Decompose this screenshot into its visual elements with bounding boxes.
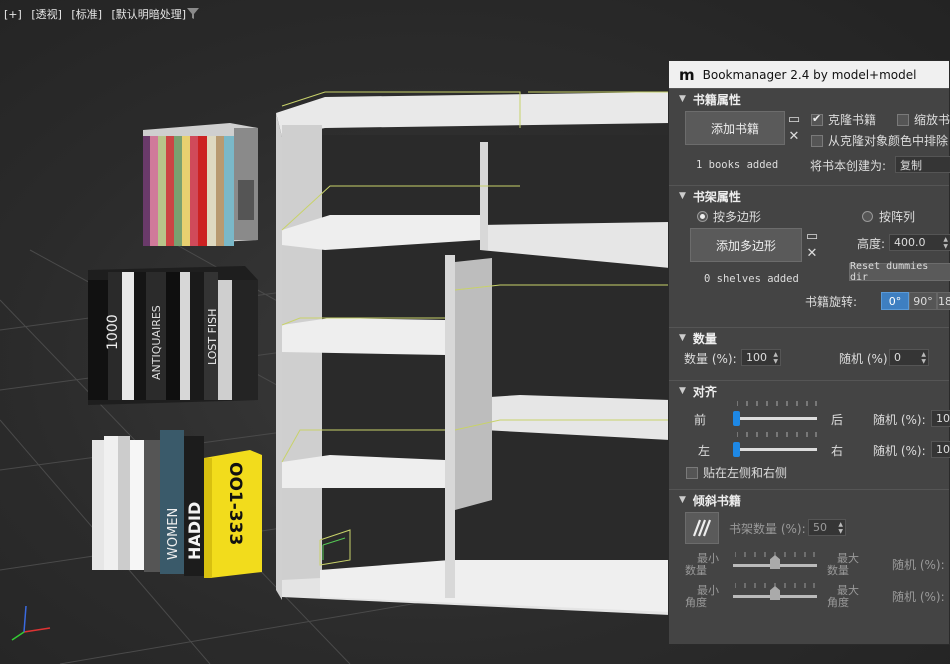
viewport-shading-menu[interactable]: [默认明暗处理] [112, 8, 187, 21]
align-random1-spinner[interactable]: 10 [931, 410, 950, 427]
book-rotation-label: 书籍旋转: [805, 295, 858, 309]
clone-books-label: 克隆书籍 [828, 113, 877, 127]
collapse-chevron-icon: ▼ [679, 94, 686, 104]
by-array-radio[interactable] [862, 211, 873, 222]
book-row-bottom[interactable]: WOMEN HADID OO1-333 [92, 430, 262, 578]
rollout-title: 书架属性 [692, 189, 741, 204]
rollout-book-properties: ▼ 书籍属性 添加书籍 ▭ ✕ 克隆书籍 缩放书 从克隆对象颜色中排除 1 bo… [669, 88, 950, 185]
bookshelf-model[interactable] [276, 91, 670, 615]
funnel-icon[interactable] [186, 6, 200, 20]
create-as-dropdown[interactable]: 复制 [895, 156, 950, 173]
rollout-title: 对齐 [692, 384, 717, 399]
window-title: Bookmanager 2.4 by model+model [702, 67, 917, 82]
align-random2-spinner[interactable]: 100 [931, 441, 950, 458]
tilt-angle-slider-thumb[interactable] [770, 586, 780, 600]
height-spinner[interactable]: 400.0 ▲ ▼ [889, 234, 950, 251]
slider-ticks [737, 401, 817, 406]
stick-sides-checkbox[interactable] [686, 467, 698, 479]
front-back-slider[interactable] [735, 417, 817, 420]
clone-books-checkbox[interactable] [811, 112, 823, 126]
min-count-label-2: 数量 [685, 564, 707, 577]
clear-shelves-icon[interactable]: ✕ [805, 247, 819, 261]
count-percent-spinner[interactable]: 100 ▲ ▼ [741, 349, 781, 366]
rollout-header-book-properties[interactable]: ▼ 书籍属性 [669, 89, 949, 109]
by-polygon-label: 按多边形 [713, 210, 762, 224]
rotation-90-button[interactable]: 90° [909, 292, 937, 310]
viewport-plus-menu[interactable]: [+] [4, 8, 22, 21]
scale-books-checkbox[interactable] [897, 114, 909, 126]
tilt-count-slider-thumb[interactable] [770, 555, 780, 569]
shelves-added-status: 0 shelves added [704, 273, 799, 285]
create-as-label: 将书本创建为: [810, 159, 887, 173]
collapse-chevron-icon: ▼ [679, 386, 686, 396]
book-row-middle[interactable]: 1000 ANTIQUAIRES LOST FISH [88, 266, 258, 405]
shelf-count-spinner[interactable]: 50 ▲ ▼ [808, 519, 846, 536]
exclude-color-checkbox[interactable] [811, 135, 823, 147]
app-logo-icon: m [679, 65, 695, 84]
panel-titlebar[interactable]: m Bookmanager 2.4 by model+model [669, 61, 949, 88]
exclude-color-label: 从克隆对象颜色中排除 [828, 134, 949, 148]
clear-books-icon[interactable]: ✕ [787, 130, 801, 144]
rollout-header-align[interactable]: ▼ 对齐 [669, 381, 949, 401]
rollout-header-tilt-books[interactable]: ▼ 倾斜书籍 [669, 490, 949, 510]
tilt-random2-label: 随机 (%): [892, 590, 945, 604]
rollout-title: 书籍属性 [692, 92, 741, 107]
left-right-slider-thumb[interactable] [733, 442, 740, 457]
rollout-shelf-properties: ▼ 书架属性 按多边形 按阵列 添加多边形 ▭ ✕ 高度: 400.0 ▲ ▼ 0 … [669, 185, 950, 327]
axis-gizmo-icon [11, 605, 51, 641]
shelf-count-label: 书架数量 (%): [729, 522, 806, 536]
align-random1-label: 随机 (%): [873, 413, 926, 427]
align-random2-label: 随机 (%): [873, 444, 926, 458]
max-count-label-2: 数量 [827, 564, 849, 577]
height-label: 高度: [857, 237, 886, 251]
tilted-books-icon[interactable] [685, 512, 719, 544]
bookmanager-panel: m Bookmanager 2.4 by model+model ▼ 书籍属性 … [668, 60, 950, 645]
collapse-chevron-icon: ▼ [679, 191, 686, 201]
rollout-title: 数量 [692, 331, 717, 346]
rollout-tilt-books: ▼ 倾斜书籍 书架数量 (%): 50 ▲ ▼ 最小 数量 最大 数量 随机 (%)… [669, 489, 949, 619]
max-angle-label-2: 角度 [827, 596, 849, 609]
rollout-title: 倾斜书籍 [692, 493, 741, 508]
rotation-180-button[interactable]: 18 [937, 292, 950, 310]
scale-books-label: 缩放书 [914, 113, 950, 127]
viewport-pov-menu[interactable]: [透视] [31, 8, 62, 21]
rollout-count: ▼ 数量 数量 (%): 100 ▲ ▼ 随机 (%) 0 ▲ ▼ [669, 327, 949, 380]
count-percent-label: 数量 (%): [684, 352, 737, 366]
spine-lost-fish: LOST FISH [206, 309, 219, 365]
collapse-chevron-icon: ▼ [679, 495, 686, 505]
by-polygon-radio[interactable] [697, 211, 708, 222]
count-random-label: 随机 (%) [839, 352, 888, 366]
rotation-0-button[interactable]: 0° [881, 292, 909, 310]
window-icon[interactable]: ▭ [805, 230, 819, 244]
reset-dummies-button[interactable]: Reset dummies dir [849, 261, 950, 283]
stick-sides-label: 贴在左侧和右侧 [703, 466, 788, 480]
viewport-label-menu: [+] [透视] [标准] [默认明暗处理] [4, 6, 192, 22]
front-label: 前 [694, 413, 707, 427]
spine-antiquaires: ANTIQUAIRES [150, 305, 163, 380]
by-array-label: 按阵列 [879, 210, 916, 224]
viewport-standard-menu[interactable]: [标准] [71, 8, 102, 21]
rollout-align: ▼ 对齐 前 后 随机 (%): 10 左 右 随机 (%): 100 贴在左侧… [669, 380, 950, 489]
left-right-slider[interactable] [735, 448, 817, 451]
cover-oo1-333: OO1-333 [225, 462, 245, 545]
spine-hadid: HADID [185, 502, 204, 560]
spine-1000: 1000 [105, 314, 121, 350]
add-books-button[interactable]: 添加书籍 [685, 111, 785, 145]
front-back-slider-thumb[interactable] [733, 411, 740, 426]
right-label: 右 [831, 444, 844, 458]
count-random-spinner[interactable]: 0 ▲ ▼ [889, 349, 929, 366]
rollout-header-count[interactable]: ▼ 数量 [669, 328, 949, 348]
rollout-header-shelf-properties[interactable]: ▼ 书架属性 [669, 186, 949, 206]
book-row-top[interactable] [143, 123, 258, 246]
collapse-chevron-icon: ▼ [679, 333, 686, 343]
window-icon[interactable]: ▭ [787, 113, 801, 127]
tilt-random1-label: 随机 (%): [892, 558, 945, 572]
add-polygon-button[interactable]: 添加多边形 [690, 228, 802, 262]
books-added-status: 1 books added [696, 159, 779, 171]
left-label: 左 [698, 444, 711, 458]
spine-women: WOMEN [166, 508, 181, 560]
slider-ticks [737, 432, 817, 437]
back-label: 后 [831, 413, 844, 427]
min-angle-label-2: 角度 [685, 596, 707, 609]
